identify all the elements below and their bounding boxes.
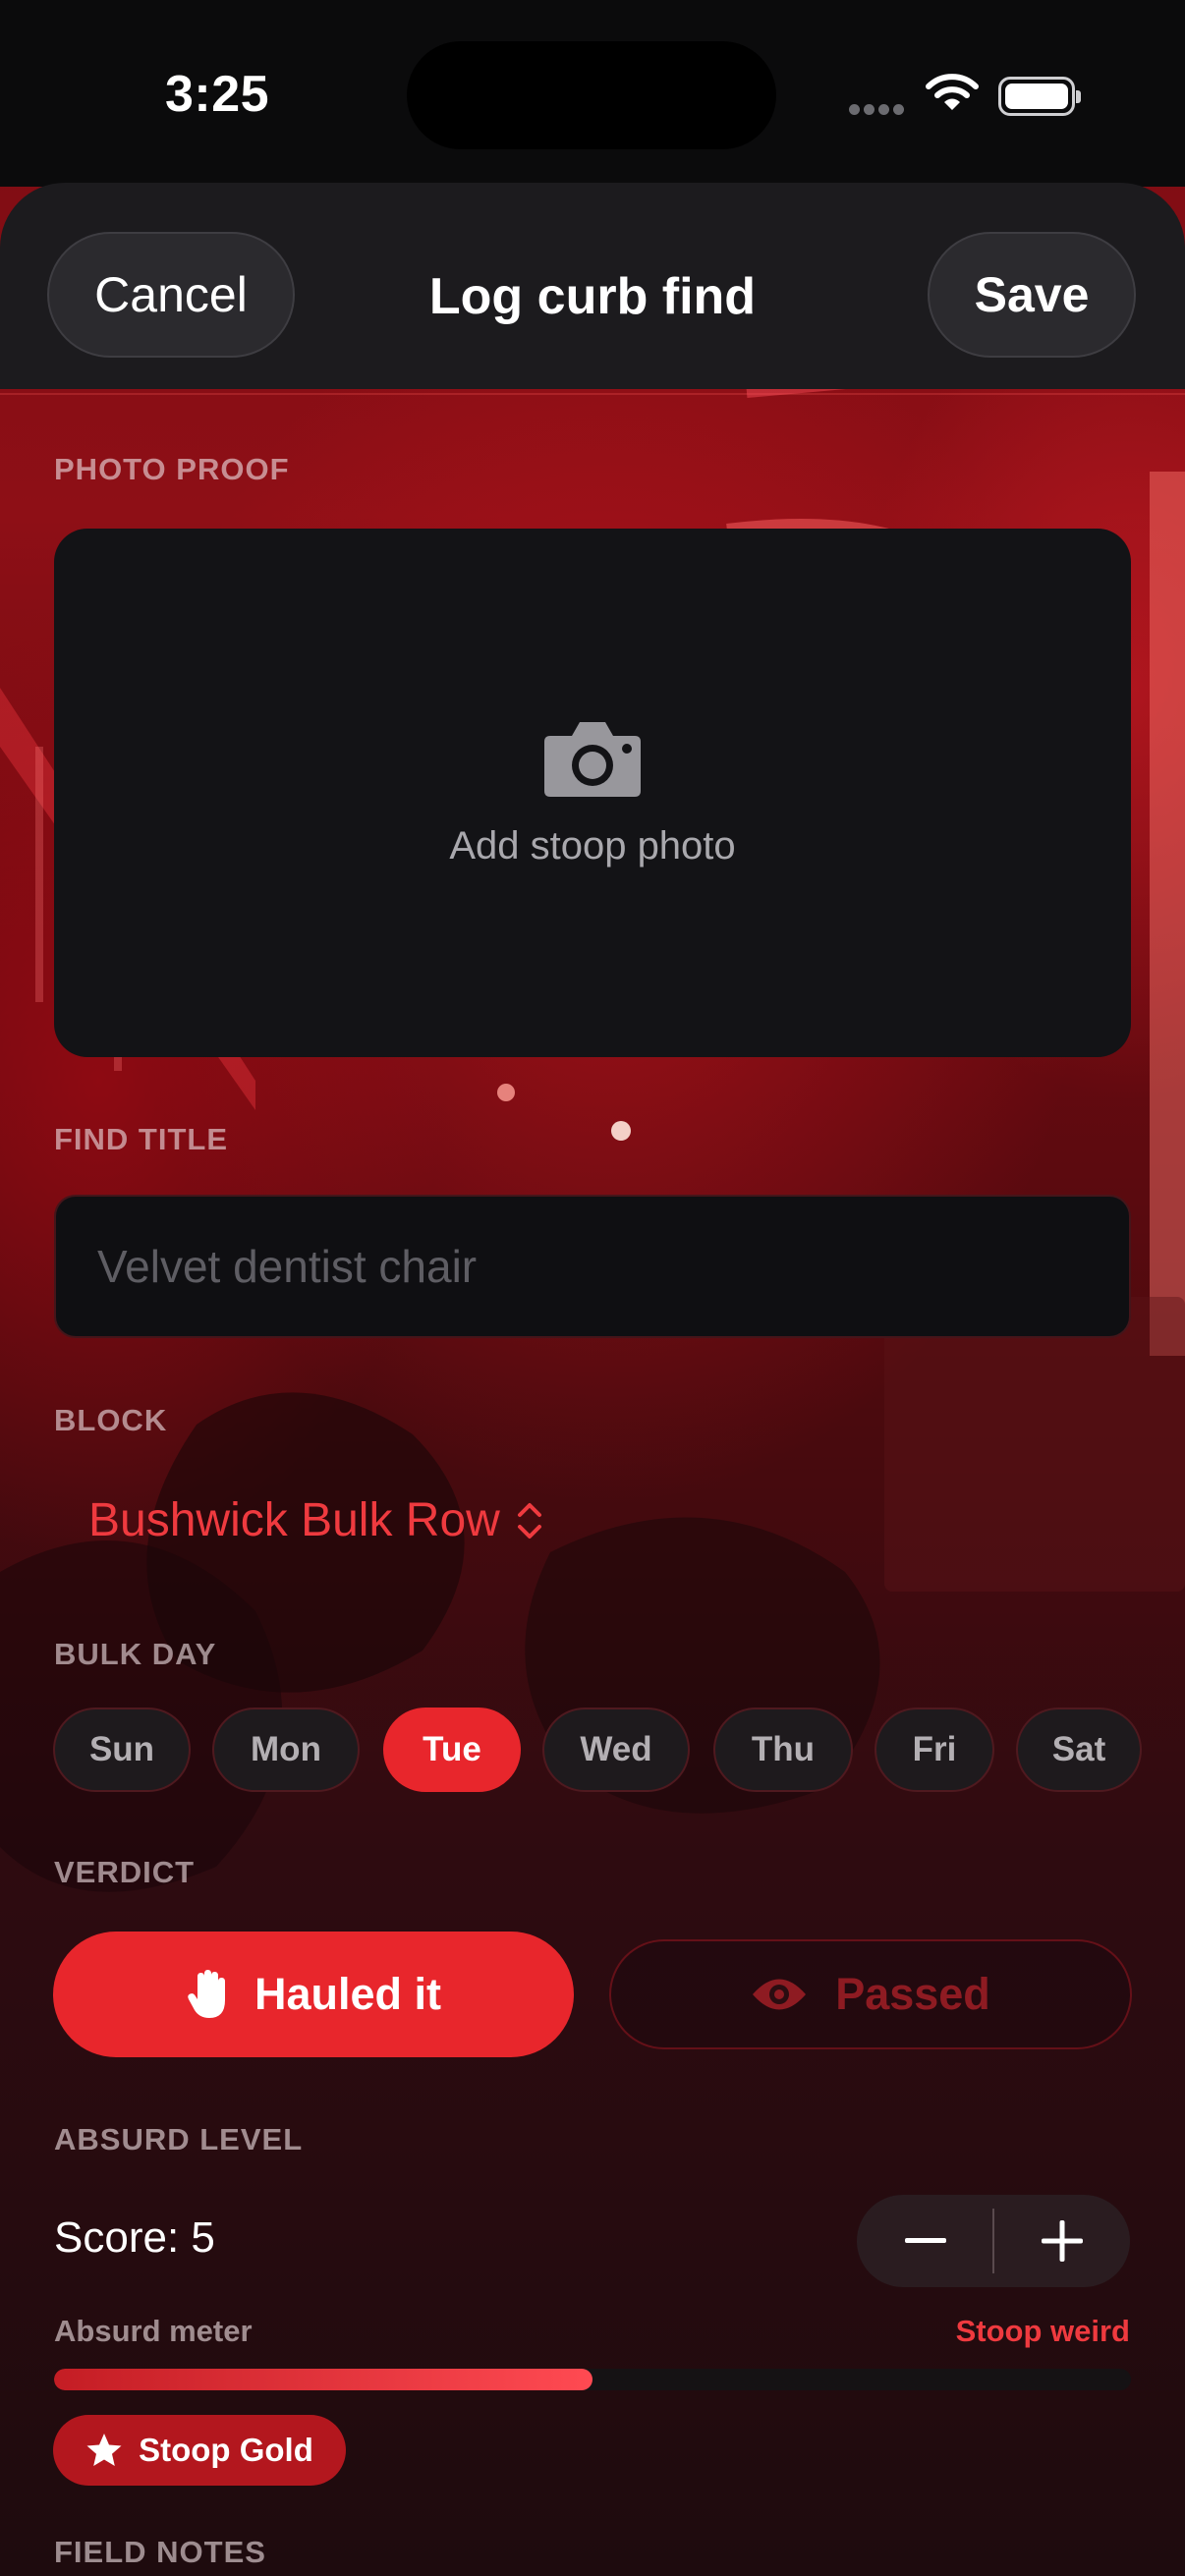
status-bar: 3:25 (0, 0, 1185, 187)
cellular-signal-icon (849, 102, 908, 120)
day-chip-sun[interactable]: Sun (53, 1708, 191, 1792)
block-label: BLOCK (54, 1403, 168, 1437)
absurd-meter-fill (54, 2369, 592, 2390)
eye-icon (753, 1979, 807, 2010)
save-button[interactable]: Save (928, 232, 1136, 358)
bulk-day-selector: Sun Mon Tue Wed Thu Fri Sat (0, 1708, 1185, 1792)
badge-label: Stoop Gold (139, 2432, 313, 2468)
absurd-level-label: ABSURD LEVEL (54, 2122, 304, 2156)
sheet-header: Cancel Log curb find Save (0, 183, 1185, 389)
block-picker[interactable]: Bushwick Bulk Row (88, 1493, 547, 1547)
passed-button[interactable]: Passed (609, 1939, 1132, 2049)
block-selected-value: Bushwick Bulk Row (88, 1494, 500, 1546)
status-time: 3:25 (165, 66, 270, 123)
absurd-meter-level: Stoop weird (955, 2314, 1130, 2348)
passed-label: Passed (835, 1969, 990, 2019)
hauled-it-label: Hauled it (254, 1969, 442, 2019)
add-photo-button[interactable]: Add stoop photo (54, 529, 1131, 1057)
increment-button[interactable] (993, 2195, 1130, 2287)
dynamic-island (407, 41, 776, 149)
photo-proof-label: PHOTO PROOF (54, 452, 290, 486)
minus-icon (904, 2238, 946, 2243)
day-chip-wed[interactable]: Wed (542, 1708, 690, 1792)
field-notes-label: FIELD NOTES (54, 2535, 266, 2569)
star-icon (86, 2434, 122, 2466)
decrement-button[interactable] (857, 2195, 993, 2287)
wifi-icon (926, 74, 979, 110)
day-chip-mon[interactable]: Mon (212, 1708, 360, 1792)
camera-icon (544, 721, 641, 797)
day-chip-thu[interactable]: Thu (713, 1708, 853, 1792)
day-chip-fri[interactable]: Fri (875, 1708, 994, 1792)
find-title-label: FIND TITLE (54, 1122, 229, 1156)
absurd-meter-label: Absurd meter (54, 2314, 253, 2348)
absurd-meter (54, 2369, 1131, 2390)
plus-icon (1041, 2220, 1083, 2262)
stepper-divider (992, 2209, 994, 2273)
bulk-day-label: BULK DAY (54, 1637, 217, 1671)
score-stepper (857, 2195, 1130, 2287)
day-chip-sat[interactable]: Sat (1016, 1708, 1142, 1792)
hauled-it-button[interactable]: Hauled it (53, 1932, 574, 2057)
find-title-input[interactable] (54, 1195, 1131, 1338)
battery-icon (998, 77, 1081, 116)
chevron-up-down-icon (517, 1502, 541, 1539)
verdict-label: VERDICT (54, 1855, 196, 1889)
add-photo-label: Add stoop photo (449, 823, 736, 868)
stoop-gold-badge: Stoop Gold (53, 2415, 346, 2486)
day-chip-tue[interactable]: Tue (383, 1708, 521, 1792)
score-value: Score: 5 (54, 2213, 215, 2262)
hand-raised-icon (188, 1970, 225, 2018)
